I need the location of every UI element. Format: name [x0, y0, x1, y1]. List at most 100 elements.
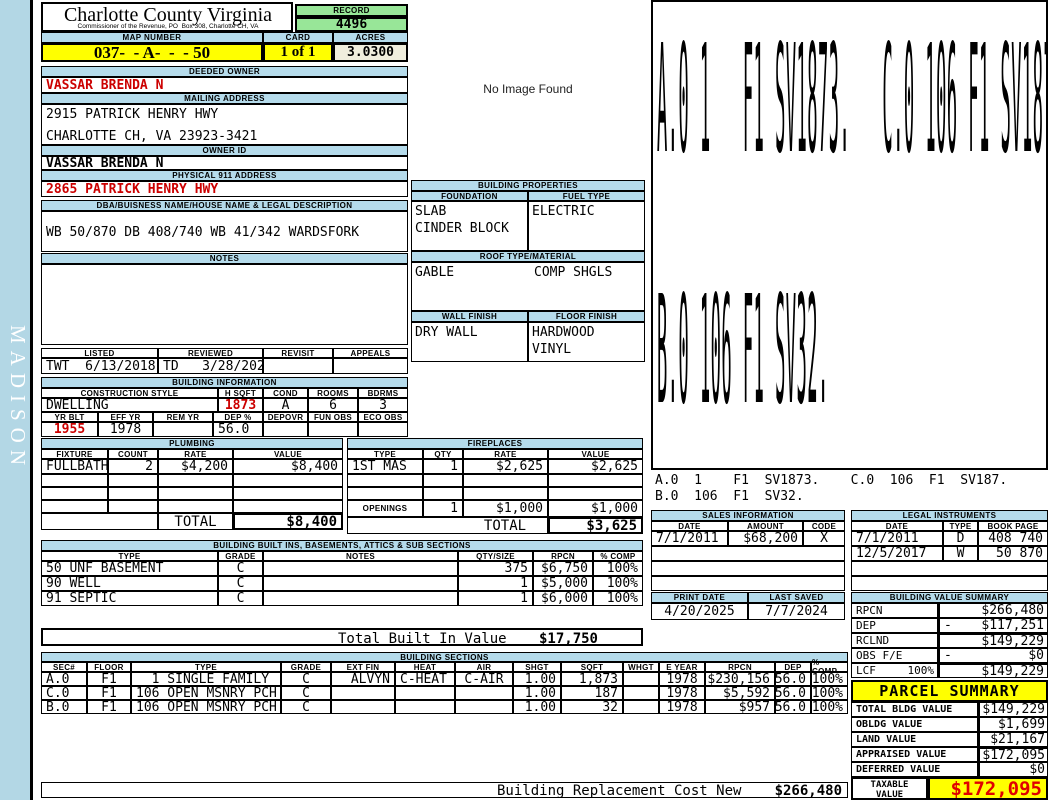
sec-row-sqft: 1,873: [561, 672, 623, 686]
record-card: Charlotte County Virginia Commissioner o…: [30, 0, 1050, 800]
print-date: 4/20/2025: [651, 603, 748, 620]
fp-qty: 1: [423, 459, 463, 474]
wall-finish-value: DRY WALL: [411, 322, 528, 362]
legal-type-label: TYPE: [943, 521, 978, 531]
fuel-value: ELECTRIC: [528, 201, 645, 251]
empty-cell: [233, 487, 343, 500]
funobs-label: FUN OBS: [308, 412, 358, 422]
last-saved-label: LAST SAVED: [748, 592, 845, 603]
value-label: VALUE: [233, 449, 343, 459]
parcel-value: $172,095: [982, 747, 1045, 762]
listed-label: LISTED: [41, 348, 158, 358]
sec-row-eyear: 1978: [659, 672, 705, 686]
sec-row-floor: F1: [87, 686, 131, 700]
bi-qty-label: QTY/SIZE: [458, 551, 533, 561]
replacement-cost-row: Building Replacement Cost New $266,480: [41, 782, 848, 798]
bi-row-comp: 100%: [593, 576, 643, 591]
remyr-value: [153, 422, 213, 437]
empty-cell: [233, 474, 343, 487]
empty-cell: [651, 561, 845, 576]
empty-cell: [851, 576, 1048, 591]
roof-material: COMP SHGLS: [534, 265, 613, 280]
bvs-lcf-pct: 100%: [907, 664, 935, 677]
foundation-value: SLAB CINDER BLOCK: [411, 201, 528, 251]
parcel-row-label: LAND VALUE: [851, 732, 978, 747]
physical-address: 2865 PATRICK HENRY HWY: [41, 181, 408, 197]
bi-notes-label: NOTES: [263, 551, 458, 561]
parcel-value: $21,167: [990, 732, 1045, 747]
acres-value: 3.0300: [333, 43, 408, 62]
parcel-row-label: OBLDG VALUE: [851, 717, 978, 732]
sales-title: SALES INFORMATION: [651, 510, 845, 521]
empty-cell: [548, 474, 643, 487]
fp-total: $3,625: [548, 517, 643, 534]
sec-row-sqft: 187: [561, 686, 623, 700]
roof-label: ROOF TYPE/MATERIAL: [411, 251, 645, 262]
sec-row-type: 106 OPEN MSNRY PCH: [131, 686, 281, 700]
sec-row-rpcn: $230,156: [705, 672, 775, 686]
parcel-row-label: DEFERRED VALUE: [851, 762, 978, 777]
physical-address-label: PHYSICAL 911 ADDRESS: [41, 170, 408, 181]
sketch-text-line1: A.0 1 F1 SV1873. C.0 106 F1 SV187.: [657, 19, 1048, 195]
bi-row-grade: C: [218, 576, 263, 591]
bi-row-grade: C: [218, 591, 263, 606]
county-subtitle: Commissioner of the Revenue, PO Box 308,…: [77, 23, 259, 30]
air-label: AIR: [455, 662, 513, 672]
taxable-value-label: TAXABLE VALUE: [851, 777, 928, 800]
plumbing-count: 2: [108, 459, 158, 474]
empty-cell: [41, 474, 108, 487]
sec-row-dep: 56.0: [775, 686, 811, 700]
parcel-value: $1,699: [998, 717, 1045, 732]
empty-cell: [108, 500, 158, 513]
sales-code: X: [803, 531, 845, 546]
bvs-row-label: RCLND: [851, 633, 938, 648]
yrblt-label: YR BLT: [41, 412, 98, 422]
county-watermark: MADISON: [6, 325, 30, 473]
bi-row-rpcn: $5,000: [533, 576, 593, 591]
fp-value-label: VALUE: [548, 449, 643, 459]
legal-description: WB 50/870 DB 408/740 WB 41/342 WARDSFORK: [46, 225, 360, 240]
owner-id-label: OWNER ID: [41, 145, 408, 156]
sec-row-floor: F1: [87, 700, 131, 714]
dep-label: DEP: [775, 662, 811, 672]
bvs-title: BUILDING VALUE SUMMARY: [851, 592, 1048, 603]
fp-total-label: TOTAL: [463, 517, 548, 534]
bi-row-notes: [263, 591, 458, 606]
fp-openings-label: OPENINGS: [347, 500, 423, 517]
funobs-value: [308, 422, 358, 437]
parcel-row-value: - $0: [978, 762, 1048, 777]
roof-value: GABLE COMP SHGLS: [411, 262, 645, 311]
bi-type-label: TYPE: [41, 551, 218, 561]
bvs-lcf-label: LCF: [856, 664, 876, 677]
cond-value: A: [263, 398, 308, 412]
record-value: 4496: [295, 17, 408, 32]
parcel-row-value: + $21,167: [978, 732, 1048, 747]
shgt-label: SHGT: [513, 662, 561, 672]
empty-cell: [158, 500, 233, 513]
empty-cell: [41, 487, 108, 500]
bi-row-rpcn: $6,750: [533, 561, 593, 576]
fp-type: 1ST MAS: [347, 459, 423, 474]
sec-row-sec: C.0: [41, 686, 87, 700]
empty-cell: [423, 474, 463, 487]
bvs-row-label: RPCN: [851, 603, 938, 618]
wall-finish-label: WALL FINISH: [411, 311, 528, 322]
bi-row-comp: 100%: [593, 561, 643, 576]
sales-amount-label: AMOUNT: [728, 521, 803, 531]
bvs-row-value: - $117,251: [938, 618, 1048, 633]
plumbing-rate: $4,200: [158, 459, 233, 474]
bvs-value: $149,229: [981, 663, 1044, 678]
plumbing-fixture: FULLBATH: [41, 459, 108, 474]
bvs-row-value: $266,480: [938, 603, 1048, 618]
empty-cell: [158, 487, 233, 500]
empty-cell: [347, 517, 463, 534]
plumbing-total: $8,400: [233, 513, 343, 530]
sec-row-whgt: [623, 672, 659, 686]
bvs-op: -: [944, 648, 952, 663]
sec-row-sqft: 32: [561, 700, 623, 714]
fp-openings-qty: 1: [423, 500, 463, 517]
empty-cell: [41, 513, 158, 530]
card-value: 1 of 1: [263, 43, 333, 62]
sec-row-grade: C: [281, 672, 331, 686]
appeals-label: APPEALS: [333, 348, 408, 358]
